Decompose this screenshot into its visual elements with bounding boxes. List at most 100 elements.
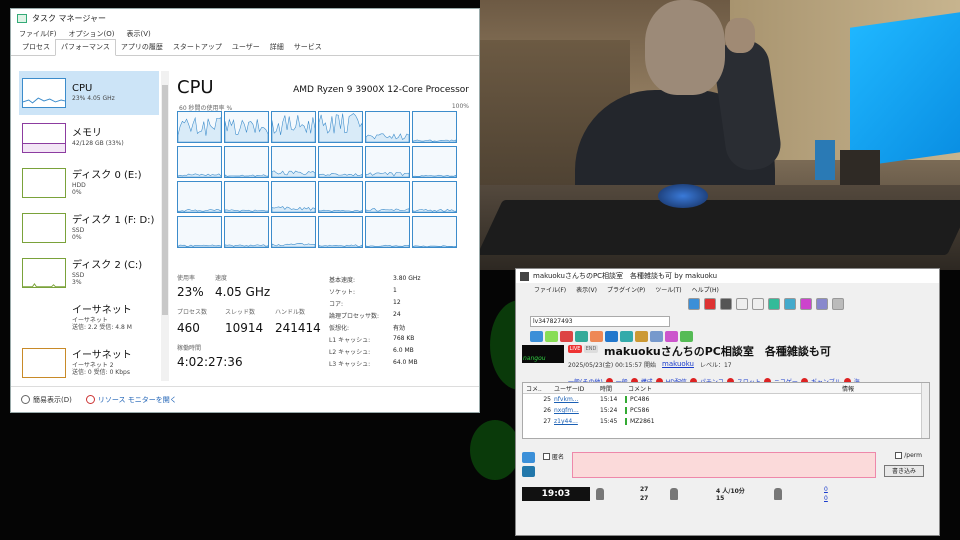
title-bar[interactable]: makuokuさんちのPC相談室 各種雑談も可 by makuoku — [516, 269, 939, 283]
sidebar-item-disk1[interactable]: ディスク 1 (F: D:) SSD 0% — [19, 206, 159, 250]
sidebar-item-disk0[interactable]: ディスク 0 (E:) HDD 0% — [19, 161, 159, 205]
tab-startup[interactable]: スタートアップ — [168, 40, 227, 55]
menu-help[interactable]: ヘルプ(H) — [692, 285, 719, 294]
brief-view-button[interactable]: 簡易表示(D) — [21, 395, 72, 405]
submit-button[interactable]: 書き込み — [884, 465, 924, 477]
utilization-line — [272, 206, 315, 212]
badge-icon[interactable] — [530, 330, 543, 342]
table-row[interactable]: 25 nfvkm... 15:14 PC486 — [523, 394, 929, 405]
keyboard — [480, 200, 960, 255]
menu-view[interactable]: 表示(V) — [126, 29, 150, 39]
cpu-panel: CPU AMD Ryzen 9 3900X 12-Core Processor … — [177, 77, 469, 369]
title-bar[interactable]: タスク マネージャー — [11, 9, 479, 27]
mode-icon[interactable] — [522, 466, 535, 477]
logical-processor-graph — [271, 146, 316, 178]
scrollbar-thumb[interactable] — [162, 85, 168, 315]
task-manager-window: タスク マネージャー ファイル(F) オプション(O) 表示(V) プロセス パ… — [10, 8, 480, 413]
comment-viewer-window: makuokuさんちのPC相談室 各種雑談も可 by makuoku ファイル(… — [515, 268, 940, 536]
utilization-line — [225, 244, 268, 247]
sidebar-item-disk2[interactable]: ディスク 2 (C:) SSD 3% — [19, 251, 159, 295]
badge-icon[interactable] — [545, 330, 558, 342]
blank-tool-icon[interactable] — [752, 298, 764, 310]
tool-icon[interactable] — [816, 298, 828, 310]
col-no[interactable]: コメ.. — [523, 384, 551, 393]
anonymous-checkbox[interactable]: 匿名 — [543, 452, 564, 461]
comment-input[interactable] — [572, 452, 876, 478]
sidebar-item-ethernet1[interactable]: イーサネット イーサネット 送信: 2.2 受信: 4.8 M — [19, 296, 159, 340]
badge-icon[interactable] — [560, 330, 573, 342]
processes-label: プロセス数 — [177, 309, 208, 316]
menu-file[interactable]: ファイル(F) — [19, 29, 57, 39]
col-comment[interactable]: コメント — [625, 384, 839, 393]
badge-icon[interactable] — [680, 330, 693, 342]
badge-icon[interactable] — [575, 330, 588, 342]
tool-icon[interactable] — [784, 298, 796, 310]
blank-tool-icon[interactable] — [736, 298, 748, 310]
tab-performance[interactable]: パフォーマンス — [55, 39, 116, 56]
table-scrollbar[interactable] — [921, 383, 929, 438]
threads-label: スレッド数 — [225, 309, 256, 316]
checkbox-label: /perm — [904, 452, 922, 459]
threads-value: 10914 — [225, 321, 264, 335]
cell-user-id[interactable]: z1y44... — [551, 418, 597, 425]
person-hand — [725, 18, 755, 53]
logical-processor-graph — [224, 111, 269, 143]
tab-services[interactable]: サービス — [289, 40, 327, 55]
settings-icon[interactable] — [832, 298, 844, 310]
cell-comment: PC586 — [625, 407, 839, 414]
col-info[interactable]: 情報 — [839, 384, 867, 393]
tab-app-history[interactable]: アプリの履歴 — [116, 40, 168, 55]
utilization-line — [225, 118, 268, 142]
sidebar-sub: 3% — [72, 279, 82, 286]
perm-checkbox[interactable]: /perm — [895, 452, 922, 459]
cell-user-id[interactable]: nfvkm... — [551, 396, 597, 403]
col-time[interactable]: 時間 — [597, 384, 625, 393]
tool-icon[interactable] — [768, 298, 780, 310]
menu-options[interactable]: オプション(O) — [69, 29, 115, 39]
menu-file[interactable]: ファイル(F) — [534, 285, 566, 294]
cell-time: 15:45 — [600, 418, 618, 425]
live-id-input[interactable]: lv347827493 — [530, 315, 670, 327]
resource-monitor-link[interactable]: リソース モニターを開く — [85, 395, 177, 405]
utilization-line — [413, 208, 456, 212]
sidebar-item-cpu[interactable]: CPU 23% 4.05 GHz — [19, 71, 159, 115]
sidebar-label: CPU — [72, 83, 93, 95]
utilization-line — [319, 209, 362, 212]
broadcaster-link[interactable]: makuoku — [662, 360, 694, 369]
gift-count-link-2[interactable]: 0 — [824, 495, 828, 502]
level: レベル：17 — [699, 362, 732, 369]
logical-processor-graph — [177, 216, 222, 248]
cell-no: 27 — [543, 418, 551, 425]
window-title: makuokuさんちのPC相談室 各種雑談も可 by makuoku — [533, 272, 718, 280]
badge-icon[interactable] — [665, 330, 678, 342]
logical-processor-graph — [365, 146, 410, 178]
col-user-id[interactable]: ユーザーID — [551, 384, 597, 393]
badge-icon[interactable] — [650, 330, 663, 342]
logical-processor-graph — [365, 216, 410, 248]
sidebar-sub: HDD — [72, 181, 86, 189]
badge-icon[interactable] — [590, 330, 603, 342]
table-row[interactable]: 26 nxgfm... 15:24 PC586 — [523, 405, 929, 416]
table-row[interactable]: 27 z1y44... 15:45 MZ2861 — [523, 416, 929, 427]
connect-icon[interactable] — [688, 298, 700, 310]
sidebar-scrollbar[interactable] — [161, 71, 169, 381]
badge-icon[interactable] — [635, 330, 648, 342]
resource-monitor-label: リソース モニターを開く — [97, 395, 177, 404]
sidebar-item-memory[interactable]: メモリ 42/128 GB (33%) — [19, 116, 159, 160]
badge-icon[interactable] — [620, 330, 633, 342]
mode-icon[interactable] — [522, 452, 535, 463]
badge-icon[interactable] — [605, 330, 618, 342]
tab-users[interactable]: ユーザー — [227, 40, 265, 55]
disconnect-icon[interactable] — [704, 298, 716, 310]
webcam-feed — [480, 0, 960, 270]
sidebar-item-ethernet2[interactable]: イーサネット イーサネット 2 送信: 0 受信: 0 Kbps — [19, 341, 159, 385]
tab-processes[interactable]: プロセス — [17, 40, 55, 55]
menu-view[interactable]: 表示(V) — [576, 285, 597, 294]
tab-details[interactable]: 詳細 — [265, 40, 289, 55]
menu-plugin[interactable]: プラグイン(P) — [607, 285, 645, 294]
tool-icon[interactable] — [800, 298, 812, 310]
cell-user-id[interactable]: nxgfm... — [551, 407, 597, 414]
menu-tools[interactable]: ツール(T) — [655, 285, 681, 294]
speech-icon[interactable] — [720, 298, 732, 310]
gift-count-link[interactable]: 0 — [824, 486, 828, 493]
